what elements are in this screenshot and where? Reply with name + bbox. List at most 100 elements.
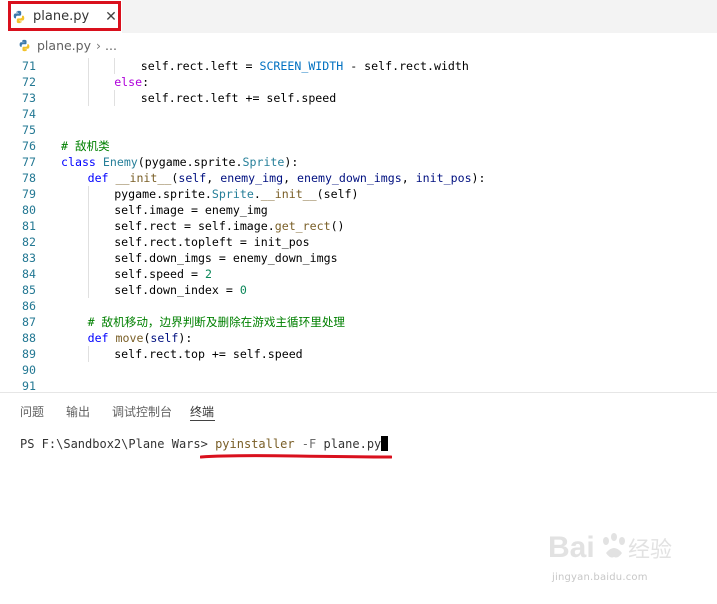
code-token: move	[115, 331, 144, 345]
active-tab-indicator	[190, 420, 215, 421]
code-token: - self.rect.width	[343, 59, 469, 73]
code-line[interactable]: 88 def move(self):	[0, 330, 717, 346]
line-number: 88	[22, 331, 36, 345]
code-token: ,	[401, 171, 416, 185]
code-line[interactable]: 84 self.speed = 2	[0, 266, 717, 282]
code-token: __init__	[260, 187, 317, 201]
line-number: 74	[22, 107, 36, 121]
code-text: self.rect.topleft = init_pos	[114, 234, 309, 250]
code-text: self.image = enemy_img	[114, 202, 268, 218]
code-line[interactable]: 90	[0, 362, 717, 378]
tab-terminal[interactable]: 终端	[190, 403, 214, 420]
line-number: 84	[22, 267, 36, 281]
code-text: # 敌机类	[61, 138, 110, 154]
code-token: self.speed =	[114, 267, 205, 281]
code-token: init_pos	[415, 171, 472, 185]
editor-tab-bar: plane.py ✕	[0, 0, 717, 33]
code-token: ,	[206, 171, 221, 185]
terminal-prompt: PS F:\Sandbox2\Plane Wars>	[20, 437, 216, 451]
annotation-underline	[200, 454, 392, 459]
breadcrumb-ellipsis[interactable]: ...	[105, 38, 117, 53]
tab-debug-console[interactable]: 调试控制台	[112, 403, 172, 420]
code-token: ):	[178, 331, 193, 345]
breadcrumb-separator: ›	[96, 37, 101, 53]
code-text: class Enemy(pygame.sprite.Sprite):	[61, 154, 298, 170]
code-token: 2	[204, 267, 212, 281]
code-token: enemy_down_imgs	[297, 171, 402, 185]
code-line[interactable]: 83 self.down_imgs = enemy_down_imgs	[0, 250, 717, 266]
close-icon[interactable]: ✕	[105, 10, 117, 24]
tab-label: plane.py	[33, 9, 90, 24]
svg-text:Bai: Bai	[548, 531, 595, 564]
code-token: self.image = enemy_img	[114, 203, 268, 217]
code-text: def move(self):	[88, 330, 193, 346]
python-icon	[19, 39, 30, 51]
svg-text:经验: 经验	[628, 538, 672, 563]
line-number: 81	[22, 219, 36, 233]
line-number: 82	[22, 235, 36, 249]
code-token: (pygame.sprite.	[137, 155, 243, 169]
tab-problems[interactable]: 问题	[20, 403, 44, 420]
code-token: Sprite	[211, 187, 254, 201]
line-number: 72	[22, 75, 36, 89]
code-line[interactable]: 86	[0, 298, 717, 314]
code-token: ):	[471, 171, 486, 185]
code-line[interactable]: 73 self.rect.left += self.speed	[0, 90, 717, 106]
code-editor[interactable]: 71 self.rect.left = SCREEN_WIDTH - self.r…	[0, 58, 717, 392]
code-line[interactable]: 89 self.rect.top += self.speed	[0, 346, 717, 362]
code-token: get_rect	[274, 219, 331, 233]
code-text: pygame.sprite.Sprite.__init__(self)	[114, 186, 358, 202]
code-line[interactable]: 81 self.rect = self.image.get_rect()	[0, 218, 717, 234]
code-token: # 敌机类	[61, 139, 110, 153]
line-number: 80	[22, 203, 36, 217]
code-line[interactable]: 91	[0, 378, 717, 392]
panel-tabs: 问题 输出 调试控制台 终端	[0, 398, 717, 424]
code-line[interactable]: 80 self.image = enemy_img	[0, 202, 717, 218]
breadcrumb-file[interactable]: plane.py	[37, 38, 91, 53]
line-number: 75	[22, 123, 36, 137]
code-line[interactable]: 76 # 敌机类	[0, 138, 717, 154]
python-icon	[13, 10, 25, 23]
code-line[interactable]: 77 class Enemy(pygame.sprite.Sprite):	[0, 154, 717, 170]
indent-guide	[87, 346, 89, 362]
indent-guide	[114, 90, 116, 106]
breadcrumb: plane.py › ...	[0, 34, 717, 56]
code-text: else:	[114, 74, 149, 90]
line-number: 83	[22, 251, 36, 265]
code-token: __init__	[115, 171, 172, 185]
line-number: 90	[22, 363, 36, 377]
code-line[interactable]: 82 self.rect.topleft = init_pos	[0, 234, 717, 250]
code-line[interactable]: 87 # 敌机移动，边界判断及删除在游戏主循环里处理	[0, 314, 717, 330]
code-token: Enemy	[102, 155, 138, 169]
code-line[interactable]: 78 def __init__(self, enemy_img, enemy_do…	[0, 170, 717, 186]
code-token: :	[142, 75, 150, 89]
line-number: 71	[22, 59, 36, 73]
code-token: ()	[330, 219, 345, 233]
line-number: 73	[22, 91, 36, 105]
code-line[interactable]: 74	[0, 106, 717, 122]
indent-guide	[87, 74, 89, 90]
line-number: 86	[22, 299, 36, 313]
code-line[interactable]: 75	[0, 122, 717, 138]
code-text: self.down_index = 0	[114, 282, 247, 298]
code-line[interactable]: 85 self.down_index = 0	[0, 282, 717, 298]
tab-output[interactable]: 输出	[66, 403, 90, 420]
code-token: # 敌机移动，边界判断及删除在游戏主循环里处理	[87, 315, 346, 329]
code-text: self.rect.top += self.speed	[114, 346, 302, 362]
code-line[interactable]: 71 self.rect.left = SCREEN_WIDTH - self.r…	[0, 58, 717, 74]
indent-guide	[114, 58, 116, 74]
code-token: self.rect.top += self.speed	[114, 347, 303, 361]
code-token: SCREEN_WIDTH	[259, 59, 344, 73]
indent-guide	[87, 58, 89, 74]
code-token: 0	[239, 283, 247, 297]
indent-guide	[87, 90, 89, 106]
tab-plane-py[interactable]: plane.py ✕	[0, 0, 122, 33]
code-token: self.rect.left += self.speed	[140, 91, 337, 105]
indent-guide	[87, 250, 89, 266]
terminal-argument: plane.py	[316, 437, 382, 451]
code-line[interactable]: 79 pygame.sprite.Sprite.__init__(self)	[0, 186, 717, 202]
terminal-line[interactable]: PS F:\Sandbox2\Plane Wars> pyinstaller -…	[20, 436, 389, 452]
terminal-flag: -F	[294, 437, 317, 451]
code-line[interactable]: 72 else:	[0, 74, 717, 90]
watermark-url: jingyan.baidu.com	[552, 572, 648, 583]
